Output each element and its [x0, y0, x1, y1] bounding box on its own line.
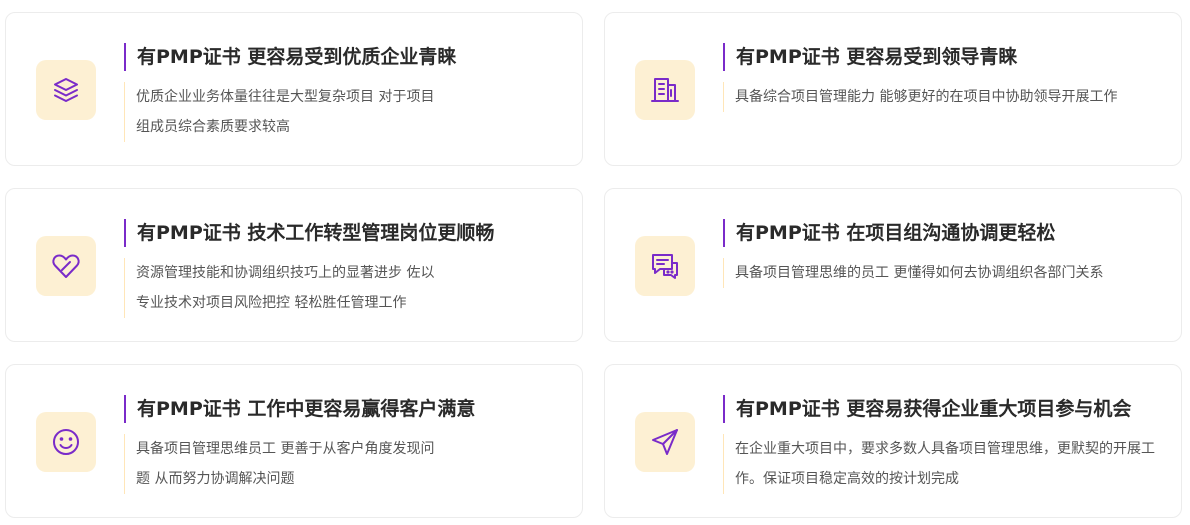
heart-icon — [36, 236, 96, 296]
card-title: 有PMP证书 技术工作转型管理岗位更顺畅 — [124, 219, 494, 247]
card-description: 在企业重大项目中，要求多数人具备项目管理思维，更默契的开展工作。保证项目稳定高效… — [723, 434, 1155, 494]
benefit-card-premium-companies: 有PMP证书 更容易受到优质企业青睐 优质企业业务体量往往是大型复杂项目 对于项… — [5, 12, 583, 166]
layers-icon — [36, 60, 96, 120]
benefit-card-leadership: 有PMP证书 更容易受到领导青睐 具备综合项目管理能力 能够更好的在项目中协助领… — [604, 12, 1182, 166]
card-description: 优质企业业务体量往往是大型复杂项目 对于项目组成员综合素质要求较高 — [124, 82, 436, 142]
benefit-card-customer-satisfaction: 有PMP证书 工作中更容易赢得客户满意 具备项目管理思维员工 更善于从客户角度发… — [5, 364, 583, 518]
benefits-grid: 有PMP证书 更容易受到优质企业青睐 优质企业业务体量往往是大型复杂项目 对于项… — [0, 0, 1190, 525]
card-title: 有PMP证书 更容易受到优质企业青睐 — [124, 43, 456, 71]
smile-icon — [36, 412, 96, 472]
card-description: 具备项目管理思维员工 更善于从客户角度发现问题 从而努力协调解决问题 — [124, 434, 436, 494]
benefit-card-major-projects: 有PMP证书 更容易获得企业重大项目参与机会 在企业重大项目中，要求多数人具备项… — [604, 364, 1182, 518]
card-title: 有PMP证书 工作中更容易赢得客户满意 — [124, 395, 475, 423]
card-title: 有PMP证书 更容易受到领导青睐 — [723, 43, 1017, 71]
benefit-card-career-transition: 有PMP证书 技术工作转型管理岗位更顺畅 资源管理技能和协调组织技巧上的显著进步… — [5, 188, 583, 342]
card-title: 有PMP证书 更容易获得企业重大项目参与机会 — [723, 395, 1131, 423]
card-description: 资源管理技能和协调组织技巧上的显著进步 佐以专业技术对项目风险把控 轻松胜任管理… — [124, 258, 436, 318]
send-icon — [635, 412, 695, 472]
chat-icon — [635, 236, 695, 296]
card-title: 有PMP证书 在项目组沟通协调更轻松 — [723, 219, 1055, 247]
card-description: 具备项目管理思维的员工 更懂得如何去协调组织各部门关系 — [723, 258, 1155, 288]
benefit-card-communication: 有PMP证书 在项目组沟通协调更轻松 具备项目管理思维的员工 更懂得如何去协调组… — [604, 188, 1182, 342]
card-description: 具备综合项目管理能力 能够更好的在项目中协助领导开展工作 — [723, 82, 1155, 112]
building-icon — [635, 60, 695, 120]
